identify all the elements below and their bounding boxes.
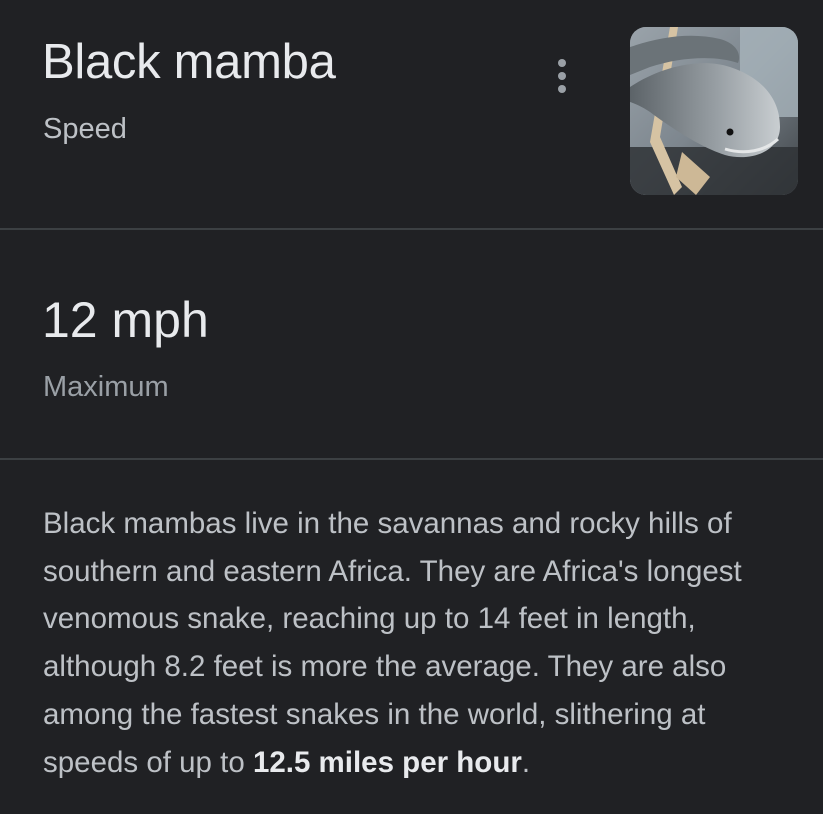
description-body: Black mambas live in the savannas and ro… xyxy=(43,507,742,779)
snake-thumbnail-image[interactable] xyxy=(630,27,798,195)
page-subtitle: Speed xyxy=(43,113,127,145)
more-vert-icon xyxy=(558,59,566,67)
more-vert-icon-dot xyxy=(558,72,566,80)
description-suffix: . xyxy=(521,745,531,779)
more-options-button[interactable] xyxy=(541,52,583,100)
card-header: Black mamba Speed xyxy=(0,0,823,228)
snake-photo-icon xyxy=(630,27,798,195)
speed-stat: 12 mph Maximum xyxy=(0,230,823,458)
knowledge-card: Black mamba Speed 12 mph Maximum Black m… xyxy=(0,0,823,814)
description-text: Black mambas live in the savannas and ro… xyxy=(43,500,803,786)
description-highlight: 12.5 miles per hour xyxy=(252,745,522,779)
divider xyxy=(0,458,823,460)
more-vert-icon-dot xyxy=(558,85,566,93)
stat-label: Maximum xyxy=(43,371,169,403)
stat-value: 12 mph xyxy=(42,292,209,348)
page-title: Black mamba xyxy=(42,35,336,89)
